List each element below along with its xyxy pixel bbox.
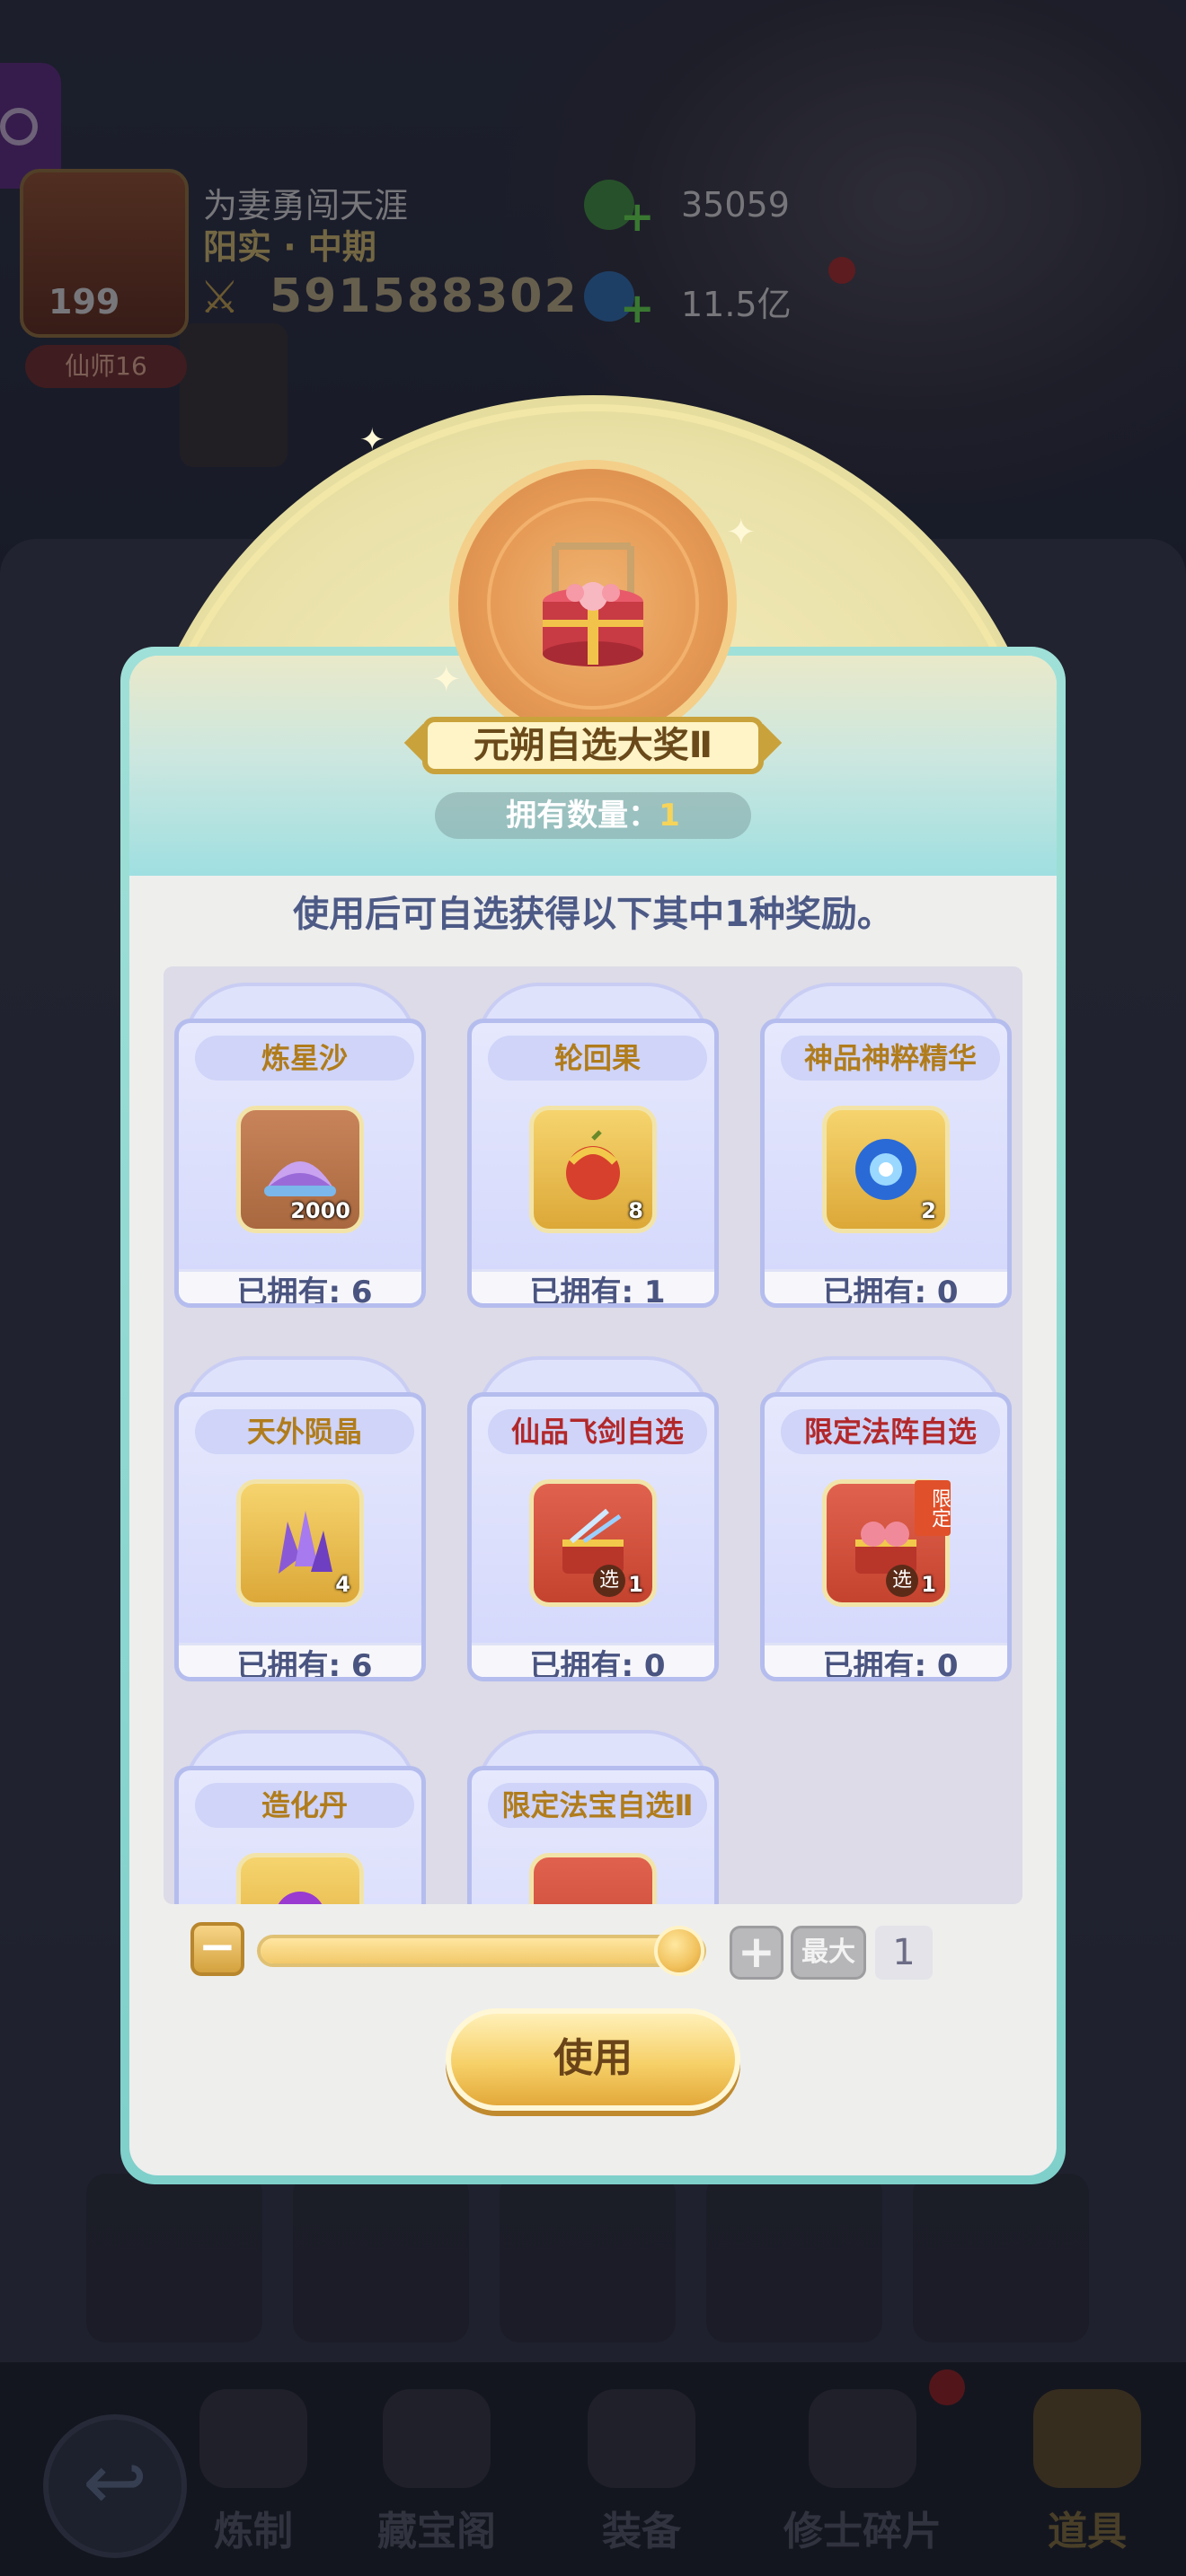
owned-count: 已拥有: 6 <box>179 1643 421 1677</box>
treasure-chest-icon <box>553 1877 633 1904</box>
card-body: 炼星沙 2000 已拥有: 6 <box>174 1019 426 1308</box>
sparkle-icon: ✦ <box>431 659 462 701</box>
card-body: 神品神粹精华 2 已拥有: 0 <box>760 1019 1012 1308</box>
reward-card-treasure-select[interactable]: 限定法宝自选Ⅱ <box>467 1730 719 1904</box>
card-name: 限定法阵自选 <box>781 1409 1000 1454</box>
slider-handle[interactable] <box>654 1926 704 1976</box>
owned-quantity: 拥有数量：1 <box>435 792 751 839</box>
reward-title: 元朔自选大奖Ⅱ <box>422 717 764 774</box>
meteor-crystal-icon <box>279 1511 332 1574</box>
card-body: 造化丹 <box>174 1766 426 1904</box>
owned-quantity-value: 1 <box>659 798 680 834</box>
card-name: 仙品飞剑自选 <box>488 1409 707 1454</box>
owned-count: 已拥有: 0 <box>765 1269 1007 1303</box>
limited-tag: 限定 <box>915 1480 951 1536</box>
card-body: 仙品飞剑自选 选 1 已拥有: 0 <box>467 1392 719 1681</box>
gift-basket-icon <box>543 543 643 666</box>
decrease-quantity-button[interactable]: − <box>190 1922 244 1976</box>
item-quantity: 1 <box>921 1572 936 1597</box>
item-quantity: 1 <box>628 1572 643 1597</box>
star-sand-icon <box>264 1161 336 1196</box>
sparkle-icon: ✦ <box>359 422 385 458</box>
card-name: 造化丹 <box>195 1783 414 1828</box>
owned-count: 已拥有: 0 <box>472 1643 714 1677</box>
reward-card-flying-sword-select[interactable]: 仙品飞剑自选 选 1 已拥有: 0 <box>467 1356 719 1681</box>
item-frame: 4 <box>236 1479 364 1607</box>
card-name: 天外陨晶 <box>195 1409 414 1454</box>
card-body: 轮回果 8 已拥有: 1 <box>467 1019 719 1308</box>
essence-orb-icon <box>855 1139 916 1200</box>
item-frame: 2000 <box>236 1106 364 1233</box>
creation-pill-icon <box>278 1892 323 1904</box>
owned-count: 已拥有: 1 <box>472 1269 714 1303</box>
reward-card-creation-pill[interactable]: 造化丹 <box>174 1730 426 1904</box>
card-name: 轮回果 <box>488 1036 707 1081</box>
item-frame <box>529 1853 657 1904</box>
reward-card-samsara-fruit[interactable]: 轮回果 8 已拥有: 1 <box>467 983 719 1308</box>
select-badge: 选 <box>886 1565 918 1597</box>
quantity-slider[interactable] <box>257 1935 706 1967</box>
select-badge: 选 <box>593 1565 625 1597</box>
item-frame: 2 <box>822 1106 950 1233</box>
samsara-fruit-icon <box>566 1130 620 1200</box>
item-quantity: 2000 <box>290 1198 350 1223</box>
owned-quantity-label: 拥有数量： <box>506 798 659 834</box>
owned-count: 已拥有: 0 <box>765 1643 1007 1677</box>
card-body: 天外陨晶 4 已拥有: 6 <box>174 1392 426 1681</box>
reward-options-grid[interactable]: 炼星沙 2000 已拥有: 6 轮回果 8 已拥有: 1 神品神粹精华 2 已拥… <box>164 966 1022 1904</box>
item-quantity: 4 <box>335 1572 350 1597</box>
reward-card-divine-essence[interactable]: 神品神粹精华 2 已拥有: 0 <box>760 983 1012 1308</box>
reward-card-formation-select[interactable]: 限定法阵自选 限定 选 1 已拥有: 0 <box>760 1356 1012 1681</box>
item-quantity: 2 <box>921 1198 936 1223</box>
increase-quantity-button[interactable]: + <box>730 1926 783 1980</box>
item-frame: 选 1 <box>529 1479 657 1607</box>
reward-card-meteor-crystal[interactable]: 天外陨晶 4 已拥有: 6 <box>174 1356 426 1681</box>
item-frame <box>236 1853 364 1904</box>
max-quantity-button[interactable]: 最大 <box>791 1926 866 1980</box>
item-frame: 8 <box>529 1106 657 1233</box>
card-name: 炼星沙 <box>195 1036 414 1081</box>
sparkle-icon: ✦ <box>726 512 757 553</box>
item-quantity: 8 <box>628 1198 643 1223</box>
card-body: 限定法阵自选 限定 选 1 已拥有: 0 <box>760 1392 1012 1681</box>
owned-count: 已拥有: 6 <box>179 1269 421 1303</box>
reward-card-star-sand[interactable]: 炼星沙 2000 已拥有: 6 <box>174 983 426 1308</box>
card-name: 神品神粹精华 <box>781 1036 1000 1081</box>
quantity-value[interactable]: 1 <box>875 1926 933 1980</box>
slider-fill <box>261 1938 703 1963</box>
card-body: 限定法宝自选Ⅱ <box>467 1766 719 1904</box>
card-name: 限定法宝自选Ⅱ <box>488 1783 707 1828</box>
use-button[interactable]: 使用 <box>446 2008 740 2111</box>
reward-description: 使用后可自选获得以下其中1种奖励。 <box>293 894 893 935</box>
item-frame: 限定 选 1 <box>822 1479 951 1607</box>
